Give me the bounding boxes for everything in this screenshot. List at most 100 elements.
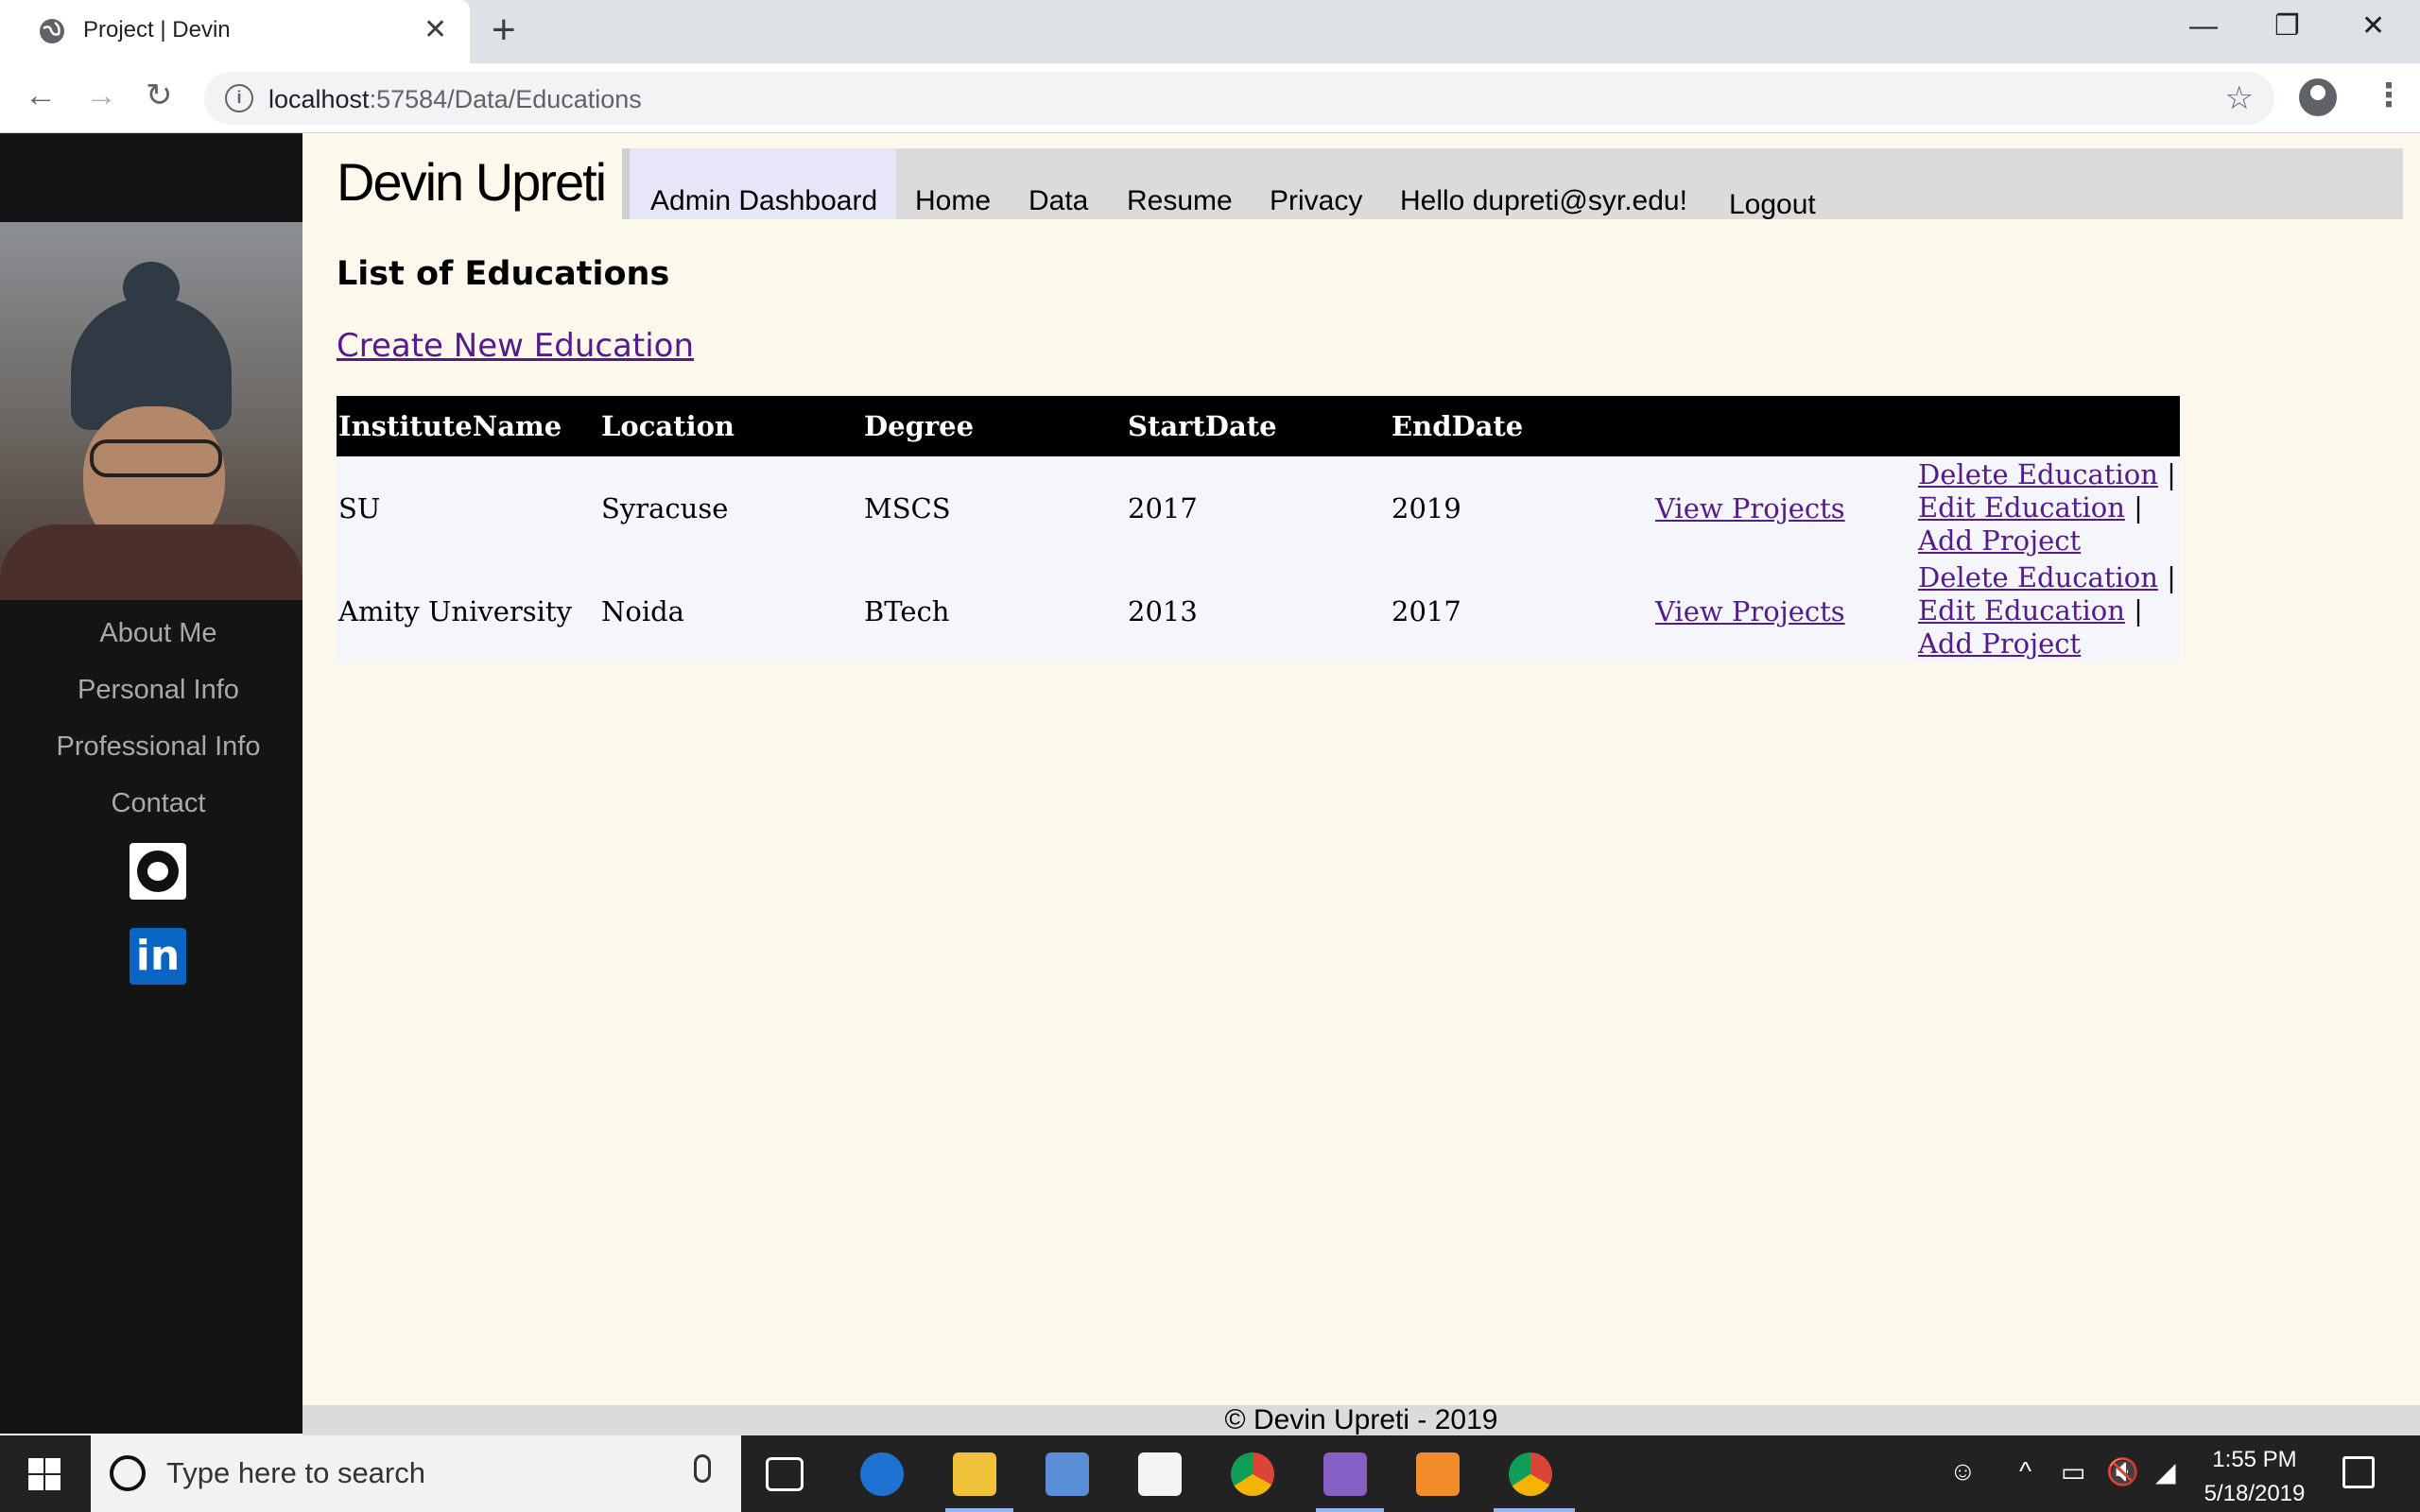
add-project-link[interactable]: Add Project [1918, 524, 2081, 557]
header-actions-blank [1916, 396, 2180, 456]
sidebar-link-about-me[interactable]: About Me [0, 618, 317, 649]
forward-arrow-icon[interactable]: → [85, 77, 117, 114]
new-tab-button[interactable]: + [492, 9, 516, 51]
close-window-button[interactable]: ✕ [2361, 9, 2385, 43]
page-footer: © Devin Upreti - 2019 [302, 1405, 2420, 1435]
taskbar: Type here to search ☺ ^ ▭ 🔇 ◢ 1:55 PM 5/… [0, 1435, 2420, 1512]
view-projects-link[interactable]: View Projects [1655, 492, 1845, 524]
nav-user-greeting[interactable]: Hello dupreti@syr.edu! [1400, 185, 1687, 217]
browser-tab-bar: Project | Devin ✕ + — ❐ ✕ [0, 0, 2420, 63]
table-row: Amity University Noida BTech 2013 2017 V… [337, 559, 2180, 662]
clock-date: 5/18/2019 [2204, 1481, 2306, 1506]
header-location: Location [599, 396, 862, 456]
nav-data[interactable]: Data [1028, 185, 1088, 217]
cell-actions: Delete Education | Edit Education | Add … [1916, 559, 2180, 662]
browser-tab[interactable]: Project | Devin ✕ [0, 0, 470, 63]
notification-center-icon[interactable] [2342, 1456, 2375, 1488]
header-degree: Degree [862, 396, 1126, 456]
tray-chevron-icon[interactable]: ^ [2019, 1456, 2031, 1486]
people-icon[interactable]: ☺ [1949, 1456, 1977, 1486]
edit-education-link[interactable]: Edit Education [1918, 491, 2125, 524]
system-clock[interactable]: 1:55 PM 5/18/2019 [2203, 1443, 2307, 1511]
sidebar: About Me Personal Info Professional Info… [0, 133, 302, 1434]
chrome-icon[interactable] [1231, 1452, 1274, 1496]
taskbar-search-box[interactable]: Type here to search [91, 1435, 741, 1512]
cell-end-date: 2019 [1390, 456, 1653, 559]
profile-icon[interactable] [2299, 78, 2337, 116]
sidebar-link-contact[interactable]: Contact [0, 788, 317, 819]
taskbar-search-placeholder: Type here to search [166, 1456, 425, 1489]
microphone-icon[interactable] [694, 1454, 711, 1483]
separator: | [2167, 458, 2176, 490]
site-info-icon[interactable]: i [225, 84, 253, 112]
delete-education-link[interactable]: Delete Education [1918, 458, 2158, 490]
back-arrow-icon[interactable]: ← [25, 77, 57, 114]
header-start-date: StartDate [1126, 396, 1390, 456]
chrome-active-icon[interactable] [1509, 1452, 1552, 1496]
cell-end-date: 2017 [1390, 559, 1653, 662]
page-title: List of Educations [337, 255, 670, 293]
wifi-icon[interactable]: ◢ [2155, 1456, 2176, 1487]
header-blank [1653, 396, 1916, 456]
cell-view-projects: View Projects [1653, 559, 1916, 662]
url-text[interactable]: localhost:57584/Data/Educations [268, 85, 642, 114]
nav-resume[interactable]: Resume [1127, 185, 1233, 217]
browser-menu-icon[interactable]: ⋮ [2373, 75, 2405, 116]
cell-actions: Delete Education | Edit Education | Add … [1916, 456, 2180, 559]
cell-degree: BTech [862, 559, 1126, 662]
bookmark-star-icon[interactable]: ☆ [2225, 79, 2254, 117]
minimize-button[interactable]: — [2189, 9, 2218, 43]
header-end-date: EndDate [1390, 396, 1653, 456]
nav-admin-dashboard[interactable]: Admin Dashboard [650, 185, 877, 217]
cortana-icon [110, 1455, 146, 1491]
restore-button[interactable]: ❐ [2274, 9, 2300, 43]
cell-location: Syracuse [599, 456, 862, 559]
browser-toolbar: ← → ↻ i localhost:57584/Data/Educations … [0, 63, 2420, 133]
file-explorer-icon[interactable] [953, 1452, 996, 1496]
mail-icon[interactable] [1138, 1452, 1182, 1496]
cell-start-date: 2017 [1126, 456, 1390, 559]
tab-title: Project | Devin [83, 17, 231, 43]
cell-institute: SU [337, 456, 599, 559]
table-header-row: InstituteName Location Degree StartDate … [337, 396, 2180, 456]
store-icon[interactable] [1046, 1452, 1089, 1496]
site-brand[interactable]: Devin Upreti [337, 151, 607, 213]
task-view-icon[interactable] [766, 1457, 804, 1491]
nav-logout[interactable]: Logout [1729, 189, 1816, 221]
sidebar-link-professional-info[interactable]: Professional Info [0, 731, 317, 763]
linkedin-icon[interactable]: in [130, 928, 186, 985]
delete-education-link[interactable]: Delete Education [1918, 561, 2158, 593]
visual-studio-icon[interactable] [1323, 1452, 1367, 1496]
sidebar-link-personal-info[interactable]: Personal Info [0, 675, 317, 706]
profile-photo [0, 222, 302, 600]
clock-time: 1:55 PM [2212, 1447, 2297, 1472]
cell-degree: MSCS [862, 456, 1126, 559]
edit-education-link[interactable]: Edit Education [1918, 594, 2125, 627]
nav-divider [622, 148, 630, 219]
windows-start-icon[interactable] [28, 1458, 60, 1490]
header-institute-name: InstituteName [337, 396, 599, 456]
cell-location: Noida [599, 559, 862, 662]
address-bar[interactable]: i localhost:57584/Data/Educations ☆ [204, 72, 2274, 125]
battery-icon[interactable]: ▭ [2061, 1456, 2085, 1487]
nav-home[interactable]: Home [915, 185, 991, 217]
tab-close-icon[interactable]: ✕ [424, 13, 447, 47]
cell-institute: Amity University [337, 559, 599, 662]
cell-view-projects: View Projects [1653, 456, 1916, 559]
reload-icon[interactable]: ↻ [146, 77, 173, 114]
cell-start-date: 2013 [1126, 559, 1390, 662]
educations-table: InstituteName Location Degree StartDate … [337, 396, 2180, 662]
github-icon[interactable] [130, 843, 186, 900]
add-project-link[interactable]: Add Project [1918, 627, 2081, 660]
separator: | [2134, 491, 2143, 524]
sublime-text-icon[interactable] [1416, 1452, 1460, 1496]
separator: | [2134, 594, 2143, 627]
table-row: SU Syracuse MSCS 2017 2019 View Projects… [337, 456, 2180, 559]
create-new-education-link[interactable]: Create New Education [337, 327, 694, 365]
nav-privacy[interactable]: Privacy [1270, 185, 1362, 217]
edge-browser-icon[interactable] [860, 1452, 904, 1496]
volume-muted-icon[interactable]: 🔇 [2106, 1456, 2139, 1487]
globe-icon [40, 19, 64, 43]
view-projects-link[interactable]: View Projects [1655, 595, 1845, 627]
separator: | [2167, 561, 2176, 593]
